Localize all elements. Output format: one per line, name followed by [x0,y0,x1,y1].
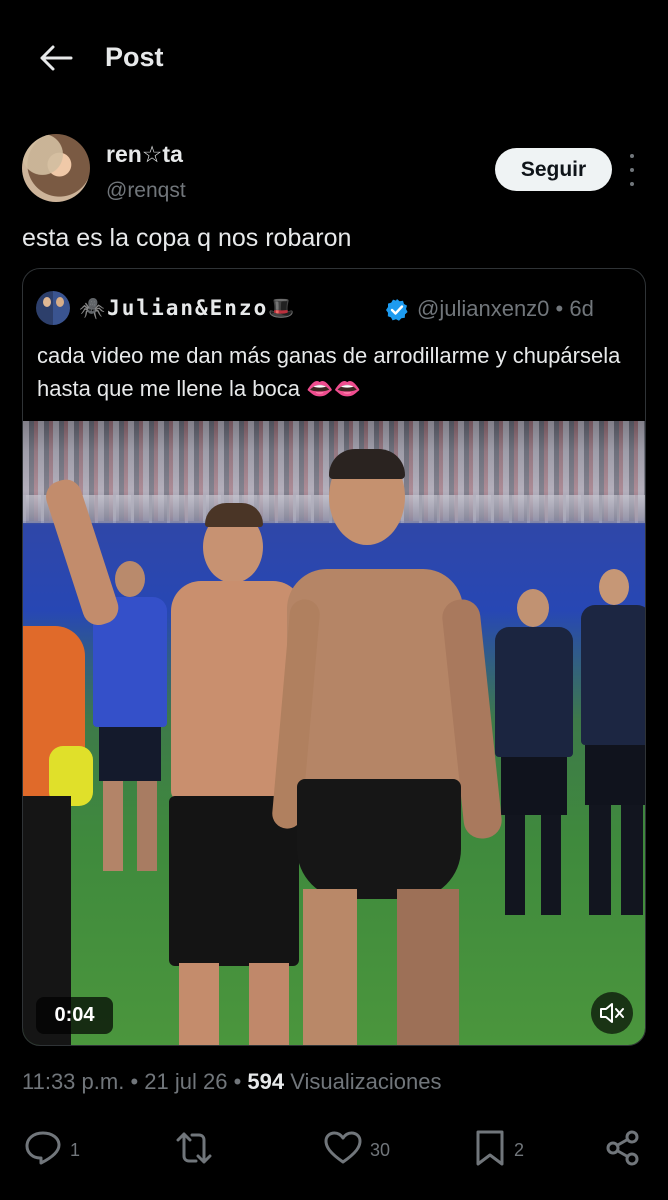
post-meta: 11:33 p.m. • 21 jul 26 • 594 Visualizaci… [22,1069,442,1094]
reply-icon [24,1130,62,1171]
quoted-author-name[interactable]: 🕷️Julian&Enzo🎩 [79,296,296,321]
views-count: 594 [247,1069,285,1094]
player-shirtless-left [41,451,311,1045]
quoted-handle-time: @julianxenz0 • 6d [417,296,594,321]
action-bar: 1 30 2 [0,1128,668,1172]
back-arrow-icon[interactable] [38,40,74,76]
mute-icon[interactable] [591,992,633,1034]
player-shirtless-center [271,449,511,1045]
like-button[interactable]: 30 [324,1128,390,1172]
post-time[interactable]: 11:33 p.m. [22,1069,124,1094]
post-date[interactable]: 21 jul 26 [144,1069,227,1094]
video-duration: 0:04 [36,997,113,1034]
avatar[interactable] [22,134,90,202]
player-right-background-2 [581,569,645,929]
follow-button[interactable]: Seguir [495,148,612,191]
post-text: esta es la copa q nos robaron [22,224,352,252]
page-title: Post [105,42,164,72]
heart-icon [324,1131,362,1170]
verified-badge-icon [385,298,409,322]
bookmark-icon [474,1129,506,1172]
author-name[interactable]: ren☆ta [106,141,183,168]
views-label: Visualizaciones [290,1069,442,1094]
video-player[interactable]: 0:04 [23,421,645,1045]
quoted-post[interactable]: 🕷️Julian&Enzo🎩 @julianxenz0 • 6d cada vi… [22,268,646,1046]
more-options-icon[interactable] [624,154,640,186]
like-count: 30 [370,1139,391,1160]
bookmark-count: 2 [514,1139,525,1160]
repost-icon [174,1130,214,1171]
reply-button[interactable]: 1 [24,1128,80,1172]
share-icon [604,1129,642,1172]
quoted-text: cada video me dan más ganas de arrodilla… [37,343,621,401]
repost-button[interactable] [174,1128,222,1172]
bookmark-button[interactable]: 2 [474,1128,524,1172]
avatar-photo [22,134,90,202]
share-button[interactable] [604,1128,642,1172]
reply-count: 1 [70,1139,81,1160]
quoted-avatar[interactable] [36,291,70,325]
author-handle[interactable]: @renqst [106,179,186,203]
top-bar: Post [0,0,668,112]
